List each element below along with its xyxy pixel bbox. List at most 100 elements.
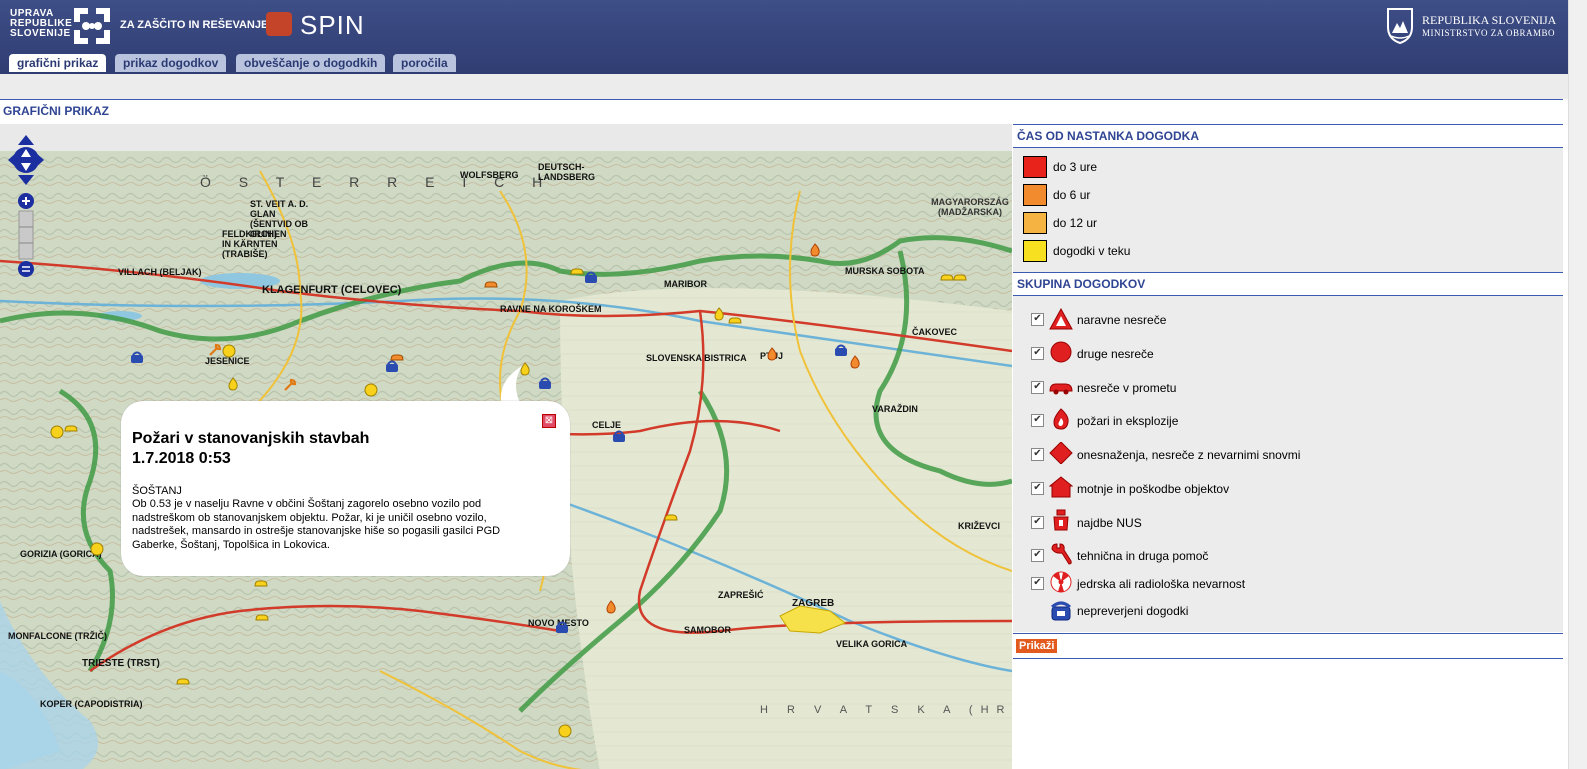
spin-logo-icon bbox=[266, 12, 292, 36]
time-section-header: ČAS OD NASTANKA DOGODKA bbox=[1013, 124, 1563, 148]
map-marker-fire[interactable] bbox=[604, 600, 618, 614]
map-label-croatia: H R V A T S K A (HRVAŠKA) bbox=[760, 704, 1012, 716]
popup-description: Ob 0.53 je v naselju Ravne v občini Šošt… bbox=[132, 498, 501, 551]
map-marker-fire[interactable] bbox=[848, 355, 862, 369]
map-marker-traffic[interactable] bbox=[953, 270, 967, 284]
page-scrollbar[interactable] bbox=[1568, 0, 1587, 769]
map-marker-traffic[interactable] bbox=[664, 510, 678, 524]
toolbar-strip bbox=[0, 74, 1568, 99]
map-marker-traffic[interactable] bbox=[570, 264, 584, 278]
checkbox-natural-disasters[interactable]: ✔ bbox=[1031, 313, 1044, 326]
map-marker-fire[interactable] bbox=[765, 347, 779, 361]
checkbox-radiation[interactable]: ✔ bbox=[1031, 577, 1044, 590]
map-marker-traffic[interactable] bbox=[484, 277, 498, 291]
tab-reports[interactable]: poročila bbox=[393, 54, 456, 72]
map-marker-other[interactable] bbox=[364, 383, 378, 397]
tab-event-notifications[interactable]: obveščanje o dogodkih bbox=[236, 54, 386, 72]
map-marker-traffic[interactable] bbox=[64, 421, 78, 435]
map-marker-traffic[interactable] bbox=[728, 313, 742, 327]
app-name: SPIN bbox=[300, 10, 365, 40]
group-label-other-accidents: druge nesreče bbox=[1077, 347, 1154, 361]
group-label-fires: požari in eksplozije bbox=[1077, 414, 1179, 428]
wrench-icon bbox=[1051, 543, 1072, 565]
checkbox-technical-help[interactable]: ✔ bbox=[1031, 549, 1044, 562]
map-label-trieste: TRIESTE (TRST) bbox=[82, 658, 160, 669]
popup-title: Požari v stanovanjskih stavbah 1.7.2018 … bbox=[132, 430, 370, 467]
traffic-accident-icon bbox=[1049, 383, 1073, 395]
radiation-icon bbox=[1050, 571, 1072, 593]
popup-close-button[interactable]: ⊠ bbox=[542, 414, 556, 428]
map-label-zagreb: ZAGREB bbox=[792, 598, 835, 609]
map-marker-phone[interactable] bbox=[584, 270, 598, 284]
map-label-klagenfurt: KLAGENFURT (CELOVEC) bbox=[262, 284, 402, 296]
map-label-villach: VILLACH (BELJAK) bbox=[118, 267, 202, 277]
time-legend: do 3 ure do 6 ur do 12 ur dogodki v teku bbox=[1013, 148, 1563, 272]
popup-location: ŠOŠTANJ bbox=[132, 485, 182, 497]
tab-graphical-view[interactable]: grafični prikaz bbox=[9, 54, 107, 72]
map-pan-control[interactable] bbox=[8, 135, 44, 185]
agency-name: ZA ZAŠČITO IN REŠEVANJE bbox=[120, 19, 269, 31]
map-marker-traffic[interactable] bbox=[255, 610, 269, 624]
map-marker-traffic[interactable] bbox=[940, 270, 954, 284]
map-marker-phone[interactable] bbox=[130, 350, 144, 364]
time-12h-swatch bbox=[1023, 212, 1047, 234]
ordnance-icon bbox=[1053, 509, 1069, 531]
agency-emblem-icon bbox=[74, 8, 110, 44]
group-legend: ✔ naravne nesreče ✔ druge nesreče ✔ nesr… bbox=[1013, 296, 1563, 632]
map-label-monfalcone: MONFALCONE (TRŽIČ) bbox=[8, 631, 107, 641]
group-label-traffic-accidents: nesreče v prometu bbox=[1077, 381, 1177, 395]
map-marker-wrench[interactable] bbox=[208, 343, 222, 357]
map-marker-traffic[interactable] bbox=[176, 674, 190, 688]
map-label-hungary: MAGYARORSZÁG (MADŽARSKA) bbox=[931, 197, 1009, 217]
map-label-slovenska-bistrica: SLOVENSKA BISTRICA bbox=[646, 353, 747, 363]
map-marker-other[interactable] bbox=[558, 724, 572, 738]
map-label-samobor: SAMOBOR bbox=[684, 625, 731, 635]
map-label-varazdin: VARAŽDIN bbox=[872, 404, 918, 414]
hazmat-icon bbox=[1049, 442, 1073, 464]
tab-events-view[interactable]: prikaz dogodkov bbox=[115, 54, 227, 72]
map-label-deutschlandsberg: DEUTSCH-LANDSBERG bbox=[538, 162, 596, 182]
map-marker-fire[interactable] bbox=[226, 377, 240, 391]
state-crest-icon bbox=[1387, 8, 1413, 45]
checkbox-ordnance[interactable]: ✔ bbox=[1031, 516, 1044, 529]
time-3h-label: do 3 ure bbox=[1053, 160, 1098, 174]
fire-icon bbox=[1053, 408, 1069, 430]
time-3h-swatch bbox=[1023, 156, 1047, 178]
group-label-technical-help: tehnična in druga pomoč bbox=[1077, 549, 1209, 563]
map-marker-wrench[interactable] bbox=[283, 378, 297, 392]
checkbox-fires[interactable]: ✔ bbox=[1031, 414, 1044, 427]
checkbox-traffic-accidents[interactable]: ✔ bbox=[1031, 381, 1044, 394]
map-marker-traffic[interactable] bbox=[254, 576, 268, 590]
time-ongoing-swatch bbox=[1023, 240, 1047, 262]
popup-pointer bbox=[500, 366, 522, 406]
group-section-header: SKUPINA DOGODKOV bbox=[1013, 272, 1563, 296]
building-damage-icon bbox=[1049, 476, 1073, 498]
map-marker-other[interactable] bbox=[90, 542, 104, 556]
checkbox-building-damage[interactable]: ✔ bbox=[1031, 482, 1044, 495]
map-label-maribor: MARIBOR bbox=[664, 279, 707, 289]
map-marker-fire[interactable] bbox=[712, 307, 726, 321]
map-label-feldkirchen: FELDKIRCHEN IN KÄRNTEN (TRABIŠE) bbox=[222, 229, 287, 259]
legend-panel: ČAS OD NASTANKA DOGODKA do 3 ure do 6 ur… bbox=[1012, 124, 1563, 769]
map-label-velika-gorica: VELIKA GORICA bbox=[836, 639, 908, 649]
natural-disaster-icon bbox=[1049, 308, 1073, 330]
action-bar bbox=[1013, 633, 1563, 659]
checkbox-other-accidents[interactable]: ✔ bbox=[1031, 347, 1044, 360]
map-marker-phone[interactable] bbox=[555, 620, 569, 634]
map-label-murska-sobota: MURSKA SOBOTA bbox=[845, 266, 925, 276]
time-6h-swatch bbox=[1023, 184, 1047, 206]
checkbox-hazmat[interactable]: ✔ bbox=[1031, 448, 1044, 461]
map-marker-phone[interactable] bbox=[612, 429, 626, 443]
map-marker-other[interactable] bbox=[222, 344, 236, 358]
map-label-cakovec: ČAKOVEC bbox=[912, 327, 958, 337]
map-marker-phone[interactable] bbox=[538, 376, 552, 390]
map-zoom-control[interactable] bbox=[17, 193, 35, 279]
map-marker-phone[interactable] bbox=[834, 343, 848, 357]
map-marker-fire[interactable] bbox=[808, 243, 822, 257]
map-label-krizevci: KRIŽEVCI bbox=[958, 521, 1001, 531]
map-marker-phone[interactable] bbox=[385, 359, 399, 373]
group-section-title: SKUPINA DOGODKOV bbox=[1017, 277, 1146, 291]
show-button[interactable]: Prikaži bbox=[1016, 639, 1058, 653]
group-label-ordnance: najdbe NUS bbox=[1077, 516, 1142, 530]
map-marker-other[interactable] bbox=[50, 425, 64, 439]
